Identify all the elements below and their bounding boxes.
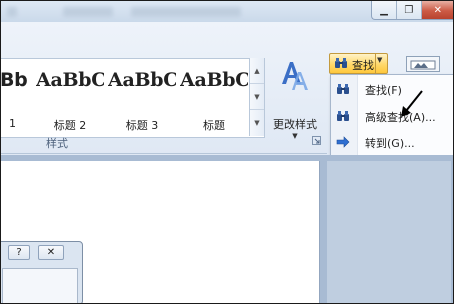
gallery-down-button[interactable]: ▼ [250,84,264,110]
minimize-icon: ▁ [380,4,388,16]
find-button[interactable]: 查找 ▼ [329,53,388,74]
close-button[interactable]: ✕ [421,1,453,19]
change-styles-button[interactable]: 更改样式 ▼ [267,56,323,142]
gallery-up-button[interactable]: ▲ [250,58,264,84]
style-sample: AaBbC [108,69,176,91]
style-name: 标题 2 [53,119,87,132]
styles-aa-icon [282,62,308,90]
minimize-button[interactable]: ▁ [372,1,397,19]
select-button[interactable] [406,56,440,72]
style-name: 标题 3 [125,119,159,132]
menu-item-find[interactable]: 查找(F) [331,77,453,101]
dialog-launcher-icon[interactable] [312,136,321,145]
chevron-down-icon: ▼ [254,92,260,101]
style-item[interactable]: AaBbC 标题 [180,59,248,133]
gallery-scroller: ▲ ▼ ▼ [249,58,264,136]
style-item[interactable]: AaBbC 标题 2 [36,59,104,133]
find-dropdown-menu: 查找(F) 高级查找(A)... 转到(G)... [330,74,453,157]
word-window: ▁ ❐ ✕ Bb 1 AaBbC 标题 2 AaBbC 标题 3 AaBbC 标… [0,0,454,304]
style-sample: Bb [0,69,28,91]
restore-button[interactable]: ❐ [397,1,422,19]
style-sample: AaBbC [180,69,248,91]
chevron-down-icon: ▼ [377,56,383,64]
style-sample: AaBbC [36,69,104,91]
style-item[interactable]: Bb 1 [0,59,30,133]
more-icon: ▼ [254,118,260,127]
binoculars-icon [337,84,349,94]
arrow-right-icon [336,136,350,148]
split-divider [375,54,376,73]
change-styles-label: 更改样式 [273,118,317,131]
quick-access-icon-blurred [7,7,17,17]
style-item[interactable]: AaBbC 标题 3 [108,59,176,133]
document-title-blurred [131,7,241,17]
quick-styles-gallery: Bb 1 AaBbC 标题 2 AaBbC 标题 3 AaBbC 标题 [0,58,265,138]
restore-icon: ❐ [404,4,414,16]
style-name: 标题 [203,119,225,132]
title-bar: ▁ ❐ ✕ [1,1,453,22]
quick-access-toolbar-blurred [63,7,113,17]
dialog-body [2,268,78,303]
help-icon: ? [16,247,22,258]
select-icon [410,60,436,70]
help-button[interactable]: ? [8,245,30,260]
style-name: 1 [9,117,16,130]
menu-item-label: 转到(G)... [365,137,415,150]
menu-item-advanced-find[interactable]: 高级查找(A)... [331,104,453,128]
document-margin-area [327,161,451,303]
close-icon: ✕ [46,247,56,258]
mouse-pointer-icon [401,90,423,117]
close-icon: ✕ [433,4,443,16]
binoculars-icon [337,111,349,121]
dialog-window: ? ✕ [1,241,83,303]
menu-item-goto[interactable]: 转到(G)... [331,130,453,154]
gallery-more-button[interactable]: ▼ [250,110,264,135]
window-controls: ▁ ❐ ✕ [371,1,453,20]
binoculars-icon [335,58,347,68]
styles-group-label: 样式 [46,137,68,150]
ribbon-bottom-border [1,153,327,154]
chevron-up-icon: ▲ [254,66,260,75]
dialog-close-button[interactable]: ✕ [38,245,64,260]
find-button-label: 查找 [352,59,374,72]
